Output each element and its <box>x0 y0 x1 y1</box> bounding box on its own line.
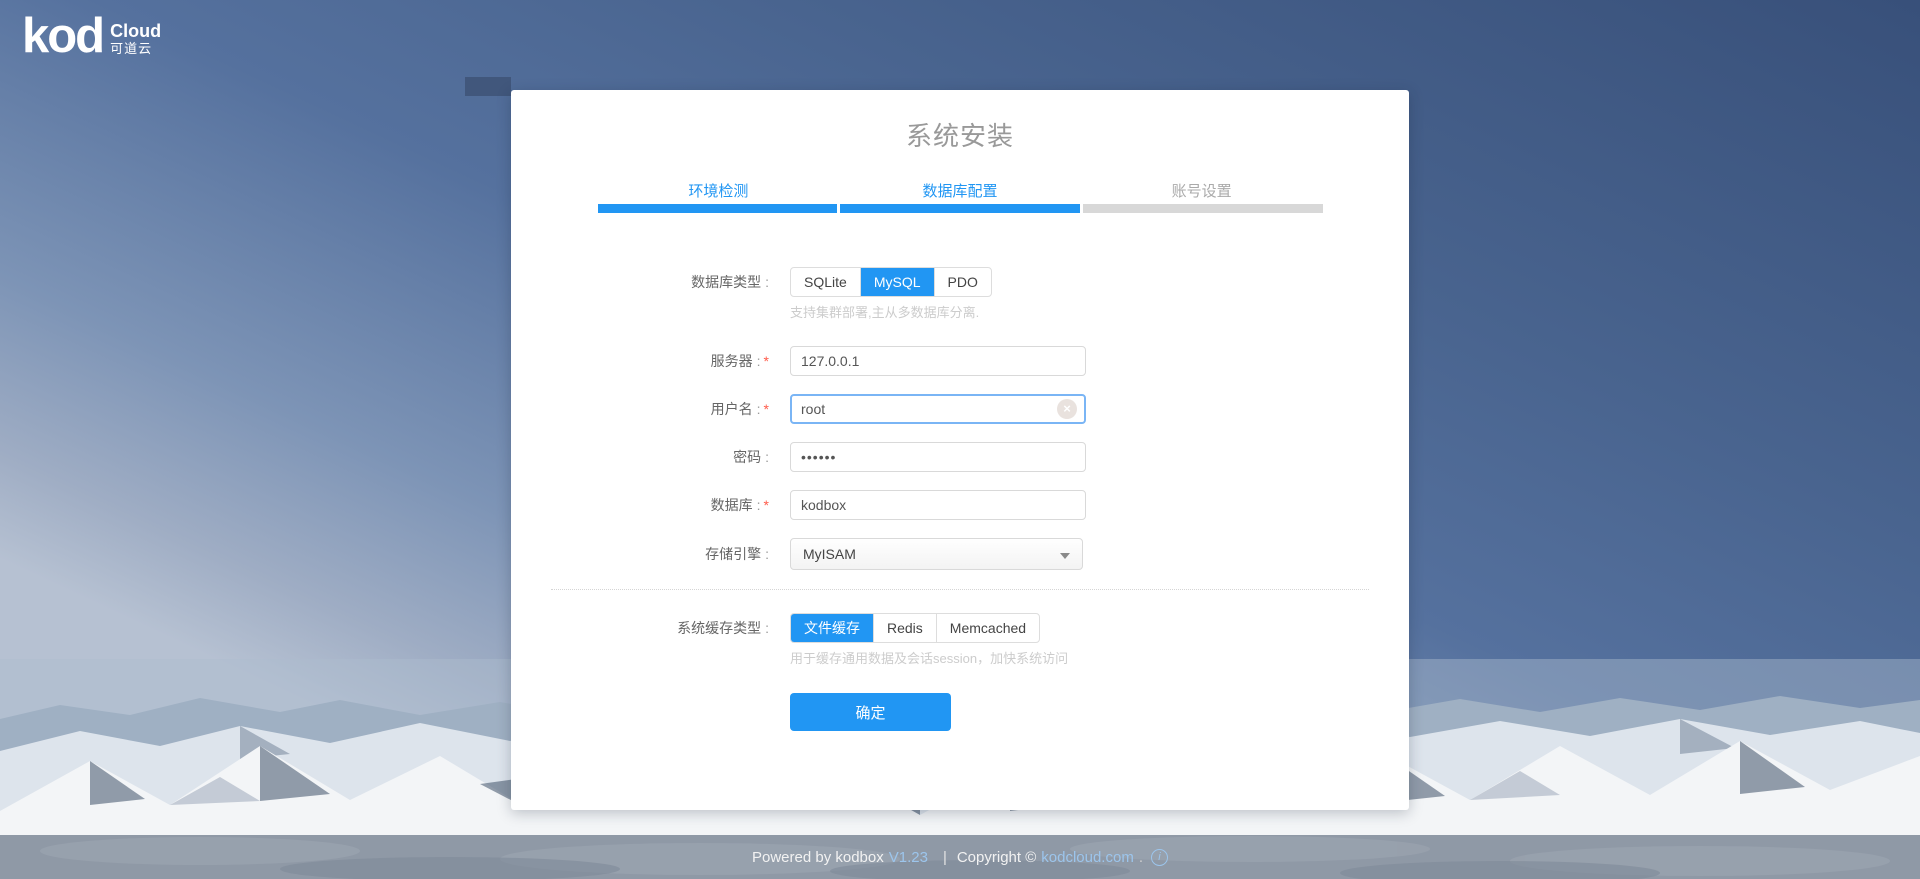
logo-product-name-cn: 可道云 <box>110 41 161 56</box>
chevron-down-icon <box>1060 553 1070 559</box>
page-title: 系统安装 <box>511 121 1409 151</box>
cache-option-redis[interactable]: Redis <box>873 614 936 642</box>
cache-helper-text: 用于缓存通用数据及会话session，加快系统访问 <box>790 650 1068 668</box>
cache-option-file[interactable]: 文件缓存 <box>791 613 873 643</box>
database-input[interactable] <box>790 490 1086 520</box>
powered-by-text: Powered by kodbox <box>752 849 884 866</box>
storage-engine-select[interactable]: MyISAM <box>790 538 1083 570</box>
db-type-segmented-control: SQLite MySQL PDO <box>790 267 992 297</box>
logo-wordmark: kod <box>22 10 103 62</box>
required-asterisk: * <box>764 497 769 513</box>
database-label: 数据库:* <box>511 490 769 520</box>
clear-input-icon[interactable]: × <box>1057 399 1077 419</box>
footer-separator: | <box>943 849 947 866</box>
progress-bar <box>598 204 1323 213</box>
confirm-button[interactable]: 确定 <box>790 693 951 731</box>
engine-label: 存储引擎: <box>511 538 769 570</box>
db-config-form: 数据库类型: SQLite MySQL PDO 支持集群部署,主从多数据库分离.… <box>511 267 1409 731</box>
required-asterisk: * <box>764 353 769 369</box>
progress-segment-active <box>840 204 1080 213</box>
server-label: 服务器:* <box>511 346 769 376</box>
username-label: 用户名:* <box>511 394 769 424</box>
password-input[interactable] <box>790 442 1086 472</box>
sky-dark-patch <box>465 77 511 96</box>
password-label: 密码: <box>511 442 769 472</box>
tab-db-config[interactable]: 数据库配置 <box>839 182 1081 202</box>
version-link[interactable]: V1.23 <box>889 849 928 866</box>
storage-engine-value: MyISAM <box>803 546 856 562</box>
section-divider <box>551 589 1369 590</box>
footer-period: . <box>1139 849 1143 866</box>
server-input[interactable] <box>790 346 1086 376</box>
progress-segment-pending <box>1083 204 1323 213</box>
logo-product-name: Cloud <box>110 22 161 41</box>
kodcloud-link[interactable]: kodcloud.com <box>1041 849 1134 866</box>
tab-account-setup[interactable]: 账号设置 <box>1081 182 1323 202</box>
cache-type-segmented-control: 文件缓存 Redis Memcached <box>790 613 1040 643</box>
username-input[interactable] <box>790 394 1086 424</box>
footer-bar: Powered by kodbox V1.23 | Copyright © ko… <box>0 835 1920 879</box>
progress-segment-done <box>598 204 838 213</box>
db-type-label: 数据库类型: <box>511 267 769 322</box>
db-type-option-mysql[interactable]: MySQL <box>860 267 934 297</box>
kodcloud-logo: kod Cloud 可道云 <box>22 10 161 62</box>
wizard-steps: 环境检测 数据库配置 账号设置 <box>598 182 1323 213</box>
db-type-option-pdo[interactable]: PDO <box>934 268 991 296</box>
copyright-text: Copyright © <box>957 849 1036 866</box>
cache-type-label: 系统缓存类型: <box>511 613 769 668</box>
cache-option-memcached[interactable]: Memcached <box>936 614 1039 642</box>
install-card: 系统安装 环境检测 数据库配置 账号设置 数据库类型: SQLite MySQL… <box>511 90 1409 810</box>
db-type-helper-text: 支持集群部署,主从多数据库分离. <box>790 304 992 322</box>
db-type-option-sqlite[interactable]: SQLite <box>791 268 860 296</box>
info-icon[interactable]: i <box>1151 849 1168 866</box>
tab-env-check[interactable]: 环境检测 <box>598 182 840 202</box>
required-asterisk: * <box>764 401 769 417</box>
